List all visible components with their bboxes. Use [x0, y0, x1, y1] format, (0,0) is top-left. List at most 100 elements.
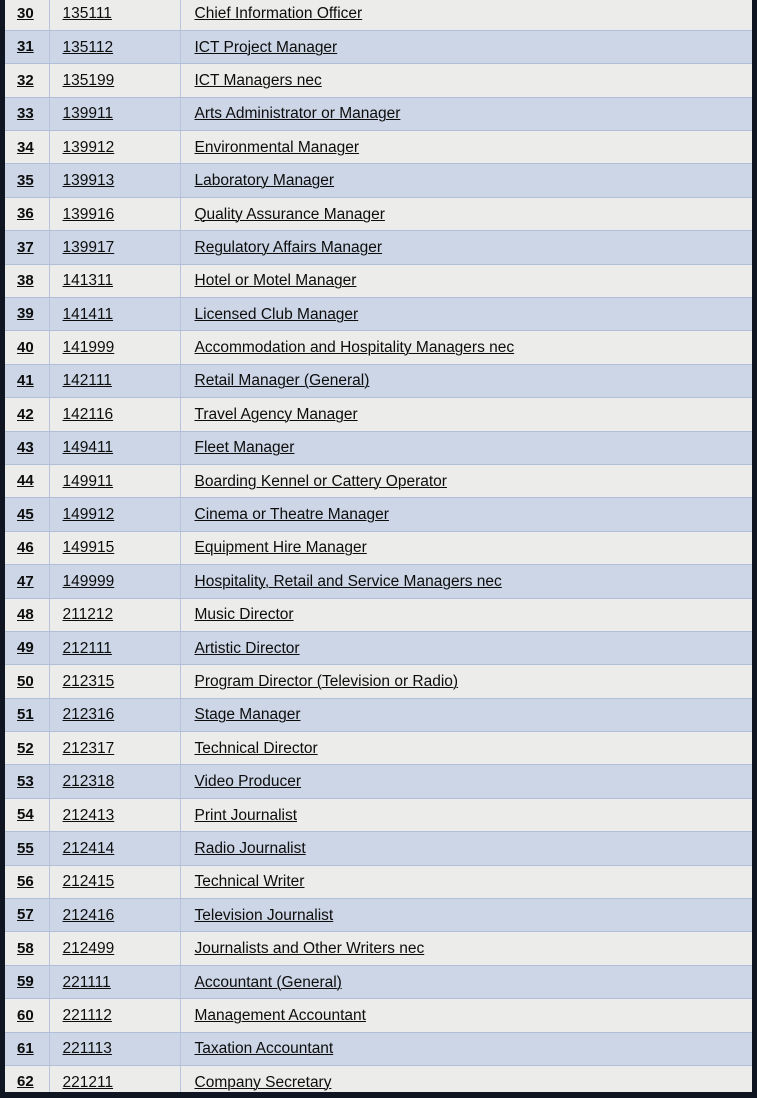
occupation-title-cell[interactable]: Radio Journalist: [180, 831, 752, 866]
row-number-cell[interactable]: 31: [5, 30, 50, 65]
table-row[interactable]: 54 212413 Print Journalist: [5, 798, 752, 833]
anzsco-code-cell[interactable]: 135112: [49, 30, 181, 65]
table-row[interactable]: 53 212318 Video Producer: [5, 764, 752, 799]
table-row[interactable]: 52 212317 Technical Director: [5, 731, 752, 766]
occupation-title-cell[interactable]: Quality Assurance Manager: [180, 197, 752, 232]
table-row[interactable]: 58 212499 Journalists and Other Writers ne…: [5, 931, 752, 966]
anzsco-code-cell[interactable]: 149999: [49, 564, 181, 599]
anzsco-code-cell[interactable]: 212318: [49, 764, 181, 799]
row-number-cell[interactable]: 52: [5, 731, 50, 766]
occupation-title-cell[interactable]: Video Producer: [180, 764, 752, 799]
row-number-cell[interactable]: 43: [5, 431, 50, 465]
table-row[interactable]: 55 212414 Radio Journalist: [5, 831, 752, 866]
anzsco-code-cell[interactable]: 142111: [49, 364, 181, 399]
occupation-title-cell[interactable]: Artistic Director: [180, 631, 752, 666]
anzsco-code-cell[interactable]: 135111: [49, 0, 181, 31]
anzsco-code-cell[interactable]: 212416: [49, 898, 181, 933]
occupation-title-cell[interactable]: Accountant (General): [180, 965, 752, 1000]
table-row[interactable]: 60 221112 Management Accountant: [5, 998, 752, 1033]
table-scroll-area[interactable]: 30 135111 Chief Information Officer 31 13511…: [5, 0, 752, 1092]
table-row[interactable]: 31 135112 ICT Project Manager: [5, 30, 752, 65]
row-number-cell[interactable]: 49: [5, 631, 50, 666]
occupation-title-cell[interactable]: Technical Director: [180, 731, 752, 766]
row-number-cell[interactable]: 33: [5, 97, 50, 132]
anzsco-code-cell[interactable]: 221113: [49, 1032, 181, 1067]
table-row[interactable]: 38 141311 Hotel or Motel Manager: [5, 264, 752, 299]
occupation-title-cell[interactable]: Management Accountant: [180, 998, 752, 1033]
anzsco-code-cell[interactable]: 212499: [49, 931, 181, 966]
table-row[interactable]: 44 149911 Boarding Kennel or Cattery Opera…: [5, 464, 752, 499]
occupation-title-cell[interactable]: Technical Writer: [180, 865, 752, 900]
occupation-title-cell[interactable]: Arts Administrator or Manager: [180, 97, 752, 132]
table-row[interactable]: 40 141999 Accommodation and Hospitality Ma…: [5, 330, 752, 365]
occupation-title-cell[interactable]: ICT Managers nec: [180, 63, 752, 98]
anzsco-code-cell[interactable]: 139916: [49, 197, 181, 232]
occupation-title-cell[interactable]: Music Director: [180, 598, 752, 632]
row-number-cell[interactable]: 51: [5, 698, 50, 733]
row-number-cell[interactable]: 57: [5, 898, 50, 933]
anzsco-code-cell[interactable]: 221111: [49, 965, 181, 1000]
table-row[interactable]: 57 212416 Television Journalist: [5, 898, 752, 933]
table-row[interactable]: 45 149912 Cinema or Theatre Manager: [5, 497, 752, 532]
row-number-cell[interactable]: 42: [5, 397, 50, 432]
occupation-title-cell[interactable]: Television Journalist: [180, 898, 752, 933]
anzsco-code-cell[interactable]: 139912: [49, 130, 181, 165]
table-row[interactable]: 50 212315 Program Director (Television or …: [5, 664, 752, 699]
anzsco-code-cell[interactable]: 212413: [49, 798, 181, 833]
anzsco-code-cell[interactable]: 149915: [49, 531, 181, 566]
table-row[interactable]: 35 139913 Laboratory Manager: [5, 163, 752, 198]
table-row[interactable]: 33 139911 Arts Administrator or Manager: [5, 97, 752, 132]
table-row[interactable]: 51 212316 Stage Manager: [5, 698, 752, 733]
table-row[interactable]: 43 149411 Fleet Manager: [5, 431, 752, 465]
anzsco-code-cell[interactable]: 212317: [49, 731, 181, 766]
table-row[interactable]: 61 221113 Taxation Accountant: [5, 1032, 752, 1067]
table-row[interactable]: 34 139912 Environmental Manager: [5, 130, 752, 165]
row-number-cell[interactable]: 47: [5, 564, 50, 599]
occupation-title-cell[interactable]: Travel Agency Manager: [180, 397, 752, 432]
occupation-title-cell[interactable]: Taxation Accountant: [180, 1032, 752, 1067]
occupation-title-cell[interactable]: Regulatory Affairs Manager: [180, 230, 752, 265]
row-number-cell[interactable]: 50: [5, 664, 50, 699]
occupation-title-cell[interactable]: Print Journalist: [180, 798, 752, 833]
occupation-title-cell[interactable]: Program Director (Television or Radio): [180, 664, 752, 699]
row-number-cell[interactable]: 56: [5, 865, 50, 900]
table-row[interactable]: 39 141411 Licensed Club Manager: [5, 297, 752, 332]
anzsco-code-cell[interactable]: 212414: [49, 831, 181, 866]
occupation-title-cell[interactable]: Company Secretary: [180, 1065, 752, 1092]
row-number-cell[interactable]: 46: [5, 531, 50, 566]
row-number-cell[interactable]: 55: [5, 831, 50, 866]
anzsco-code-cell[interactable]: 212315: [49, 664, 181, 699]
occupation-title-cell[interactable]: Chief Information Officer: [180, 0, 752, 31]
table-row[interactable]: 47 149999 Hospitality, Retail and Service …: [5, 564, 752, 599]
occupation-title-cell[interactable]: Hotel or Motel Manager: [180, 264, 752, 299]
row-number-cell[interactable]: 59: [5, 965, 50, 1000]
occupation-title-cell[interactable]: Fleet Manager: [180, 431, 752, 465]
row-number-cell[interactable]: 62: [5, 1065, 50, 1092]
row-number-cell[interactable]: 45: [5, 497, 50, 532]
row-number-cell[interactable]: 36: [5, 197, 50, 232]
row-number-cell[interactable]: 41: [5, 364, 50, 399]
anzsco-code-cell[interactable]: 212316: [49, 698, 181, 733]
row-number-cell[interactable]: 60: [5, 998, 50, 1033]
anzsco-code-cell[interactable]: 149911: [49, 464, 181, 499]
anzsco-code-cell[interactable]: 149411: [49, 431, 181, 465]
occupation-title-cell[interactable]: ICT Project Manager: [180, 30, 752, 65]
anzsco-code-cell[interactable]: 212111: [49, 631, 181, 666]
row-number-cell[interactable]: 40: [5, 330, 50, 365]
row-number-cell[interactable]: 48: [5, 598, 50, 632]
occupation-title-cell[interactable]: Environmental Manager: [180, 130, 752, 165]
anzsco-code-cell[interactable]: 221112: [49, 998, 181, 1033]
table-row[interactable]: 41 142111 Retail Manager (General): [5, 364, 752, 399]
table-row[interactable]: 42 142116 Travel Agency Manager: [5, 397, 752, 432]
table-row[interactable]: 48 211212 Music Director: [5, 598, 752, 632]
anzsco-code-cell[interactable]: 142116: [49, 397, 181, 432]
anzsco-code-cell[interactable]: 211212: [49, 598, 181, 632]
occupation-title-cell[interactable]: Retail Manager (General): [180, 364, 752, 399]
anzsco-code-cell[interactable]: 141411: [49, 297, 181, 332]
row-number-cell[interactable]: 30: [5, 0, 50, 31]
occupation-title-cell[interactable]: Hospitality, Retail and Service Managers…: [180, 564, 752, 599]
anzsco-code-cell[interactable]: 141999: [49, 330, 181, 365]
row-number-cell[interactable]: 37: [5, 230, 50, 265]
table-row[interactable]: 59 221111 Accountant (General): [5, 965, 752, 1000]
occupation-title-cell[interactable]: Cinema or Theatre Manager: [180, 497, 752, 532]
